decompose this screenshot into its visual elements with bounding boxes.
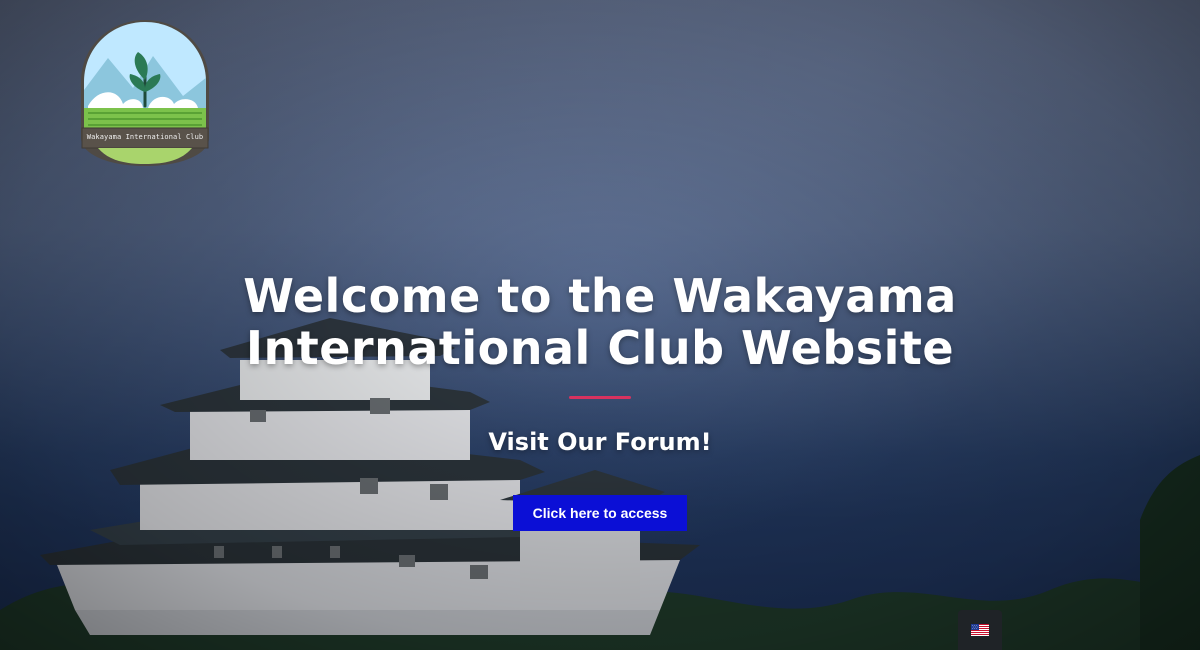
leaf-sprout-mountains-logo (81, 20, 209, 166)
hero: Welcome to the Wakayama International Cl… (0, 270, 1200, 531)
forum-subtitle: Visit Our Forum! (488, 428, 712, 456)
site-logo[interactable]: Wakayama International Club (78, 18, 212, 168)
forum-access-button[interactable]: Click here to access (512, 495, 688, 531)
title-divider (569, 396, 631, 399)
language-switcher[interactable] (958, 610, 1002, 650)
page-title: Welcome to the Wakayama International Cl… (243, 269, 957, 375)
us-flag-icon (971, 624, 989, 636)
logo-text: Wakayama International Club (86, 133, 204, 141)
